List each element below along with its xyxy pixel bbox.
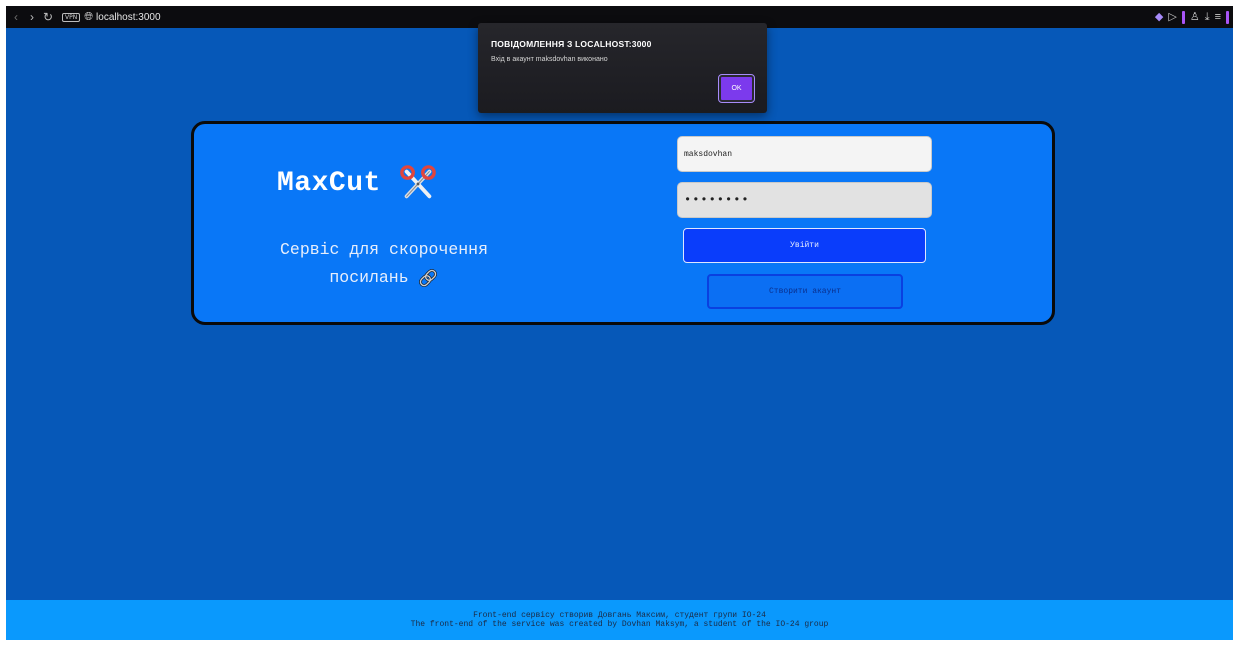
vpn-badge[interactable]: VPN xyxy=(62,12,81,22)
back-icon[interactable]: ‹ xyxy=(8,9,24,25)
footer-line-ua: Front-end сервісу створив Довгань Максим… xyxy=(473,611,766,620)
password-input[interactable]: •••••••• xyxy=(677,182,932,218)
toolbar-separator xyxy=(1181,10,1185,24)
footer-line-en: The front-end of the service was created… xyxy=(410,620,829,629)
tagline-line-2-row: посилань xyxy=(329,264,438,292)
tagline-line-2: посилань xyxy=(329,268,409,287)
alert-dialog: ПОВІДОМЛЕННЯ З LOCALHOST:3000 Вхід в ака… xyxy=(478,23,767,113)
shield-icon[interactable]: ◆ xyxy=(1155,6,1163,28)
dialog-ok-button[interactable]: OK xyxy=(718,74,755,103)
brand: MaxCut xyxy=(277,164,437,202)
dialog-title: ПОВІДОМЛЕННЯ З LOCALHOST:3000 xyxy=(491,39,652,49)
globe-icon: 🌐︎ xyxy=(84,10,94,23)
toolbar-separator xyxy=(1226,10,1229,24)
create-account-button[interactable]: Створити акаунт xyxy=(707,274,903,309)
profile-icon[interactable]: ♙ xyxy=(1190,6,1200,28)
toolbar-actions: ◆ ▷ ♙ ⤓ ≡ xyxy=(1155,6,1229,28)
login-button[interactable]: Увійти xyxy=(683,228,926,263)
dialog-message: Вхід в акаунт maksdovhan виконано xyxy=(491,56,608,63)
footer: Front-end сервісу створив Довгань Максим… xyxy=(6,600,1233,640)
address-bar[interactable]: localhost:3000 xyxy=(96,12,161,23)
tagline-line-1: Сервіс для скорочення xyxy=(280,240,488,259)
link-icon xyxy=(418,269,437,287)
download-icon[interactable]: ⤓ xyxy=(1205,6,1210,28)
username-input[interactable]: maksdovhan xyxy=(677,136,932,172)
tagline: Сервіс для скорочення посилань xyxy=(224,236,544,292)
reload-icon[interactable]: ↻ xyxy=(40,9,56,25)
forward-icon[interactable]: › xyxy=(24,9,40,25)
scissors-icon xyxy=(400,165,436,199)
menu-icon[interactable]: ≡ xyxy=(1215,6,1221,28)
login-card: MaxCut Сервіс для скорочення посилань ma… xyxy=(191,121,1055,325)
browser-window: ‹ › ↻ VPN 🌐︎ localhost:3000 ◆ ▷ ♙ ⤓ ≡ Ma… xyxy=(6,6,1233,640)
brand-name: MaxCut xyxy=(277,167,381,199)
play-icon[interactable]: ▷ xyxy=(1168,6,1176,28)
